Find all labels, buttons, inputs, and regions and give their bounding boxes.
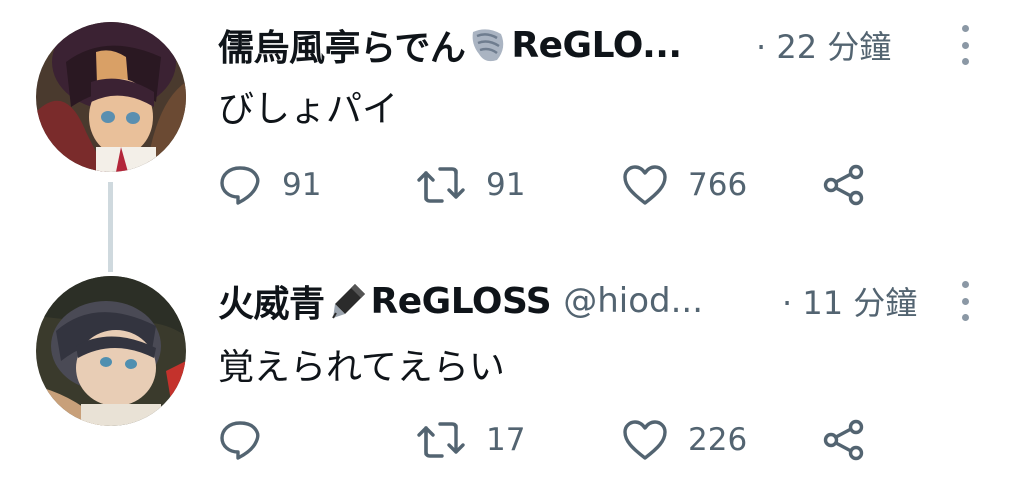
timestamp[interactable]: · 22 分鐘 (756, 22, 891, 68)
reply-icon (220, 166, 260, 205)
avatar[interactable] (36, 22, 186, 172)
like-button[interactable]: 226 (622, 410, 747, 470)
tweet-text: びしょパイ (218, 89, 399, 130)
avatar[interactable] (36, 276, 186, 426)
timestamp[interactable]: · 11 分鐘 (782, 278, 917, 324)
share-icon (823, 419, 864, 461)
group-name: ReGLOSS (370, 280, 552, 322)
retweet-button[interactable]: 17 (416, 410, 525, 470)
share-button[interactable] (822, 410, 866, 470)
display-name[interactable]: 火威青 (218, 275, 325, 327)
more-options-icon[interactable] (958, 281, 972, 321)
retweet-count: 17 (486, 422, 526, 458)
tweet-text: 覚えられてえらい (218, 347, 505, 388)
share-icon (823, 164, 864, 206)
retweet-icon (417, 422, 465, 458)
tweet-card[interactable]: 火威青 ReGLOSS @hiod... · 11 分鐘 覚えられてえらい 17… (0, 262, 1024, 489)
retweet-button[interactable]: 91 (416, 155, 525, 215)
heart-icon (623, 420, 667, 460)
reply-count: 91 (282, 167, 322, 203)
like-count: 766 (688, 167, 748, 203)
reply-button[interactable] (218, 410, 262, 470)
user-handle[interactable]: @hiod... (563, 281, 703, 321)
tweet-card[interactable]: 儒烏風亭らでん ReGLO... · 22 分鐘 びしょパイ 91 91 766 (0, 0, 1024, 272)
retweet-icon (417, 167, 465, 203)
more-options-icon[interactable] (958, 25, 972, 65)
tweet-actions: 91 91 766 (218, 155, 918, 215)
thread-connector-line (108, 182, 113, 272)
retweet-count: 91 (486, 167, 526, 203)
display-name[interactable]: 儒烏風亭らでん (218, 19, 466, 71)
like-count: 226 (688, 422, 748, 458)
shell-emoji-icon (467, 24, 509, 66)
group-name: ReGLO... (511, 24, 682, 66)
heart-icon (623, 165, 667, 205)
fountain-pen-emoji-icon (327, 280, 369, 322)
tweet-header: 儒烏風亭らでん ReGLO... · 22 分鐘 (218, 20, 988, 70)
tweet-header: 火威青 ReGLOSS @hiod... · 11 分鐘 (218, 276, 988, 326)
tweet-actions: 17 226 (218, 410, 918, 470)
share-button[interactable] (822, 155, 866, 215)
reply-icon (220, 421, 260, 460)
reply-button[interactable]: 91 (218, 155, 321, 215)
like-button[interactable]: 766 (622, 155, 747, 215)
